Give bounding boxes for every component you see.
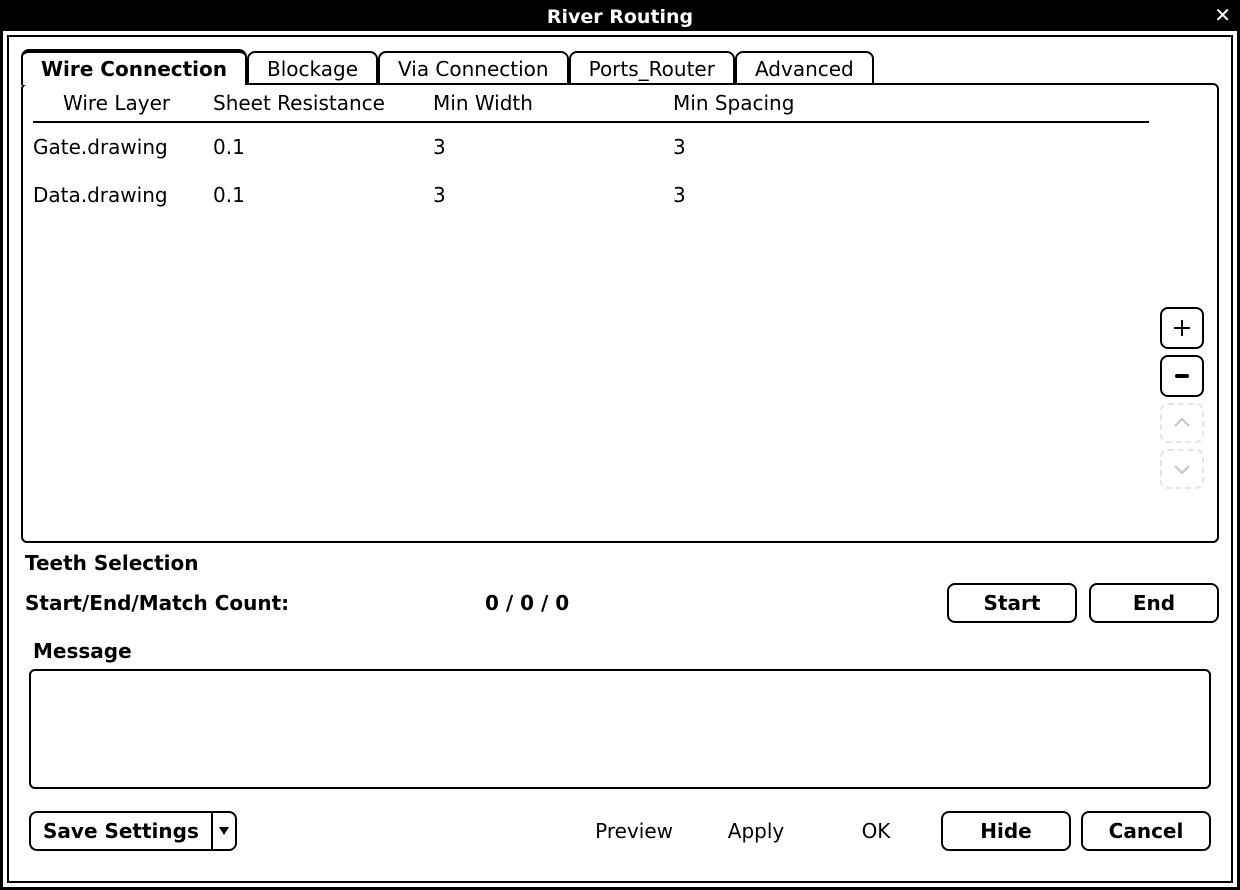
tab-ports-router[interactable]: Ports_Router — [569, 51, 735, 85]
hide-button[interactable]: Hide — [941, 811, 1071, 851]
cell-min-spacing: 3 — [673, 183, 873, 207]
tab-label: Blockage — [267, 57, 358, 81]
chevron-down-icon — [1173, 462, 1191, 476]
cell-min-spacing: 3 — [673, 135, 873, 159]
col-min-spacing: Min Spacing — [673, 91, 873, 115]
count-row: Start/End/Match Count: 0 / 0 / 0 Start E… — [25, 583, 1219, 623]
count-value: 0 / 0 / 0 — [485, 591, 947, 615]
save-settings-dropdown[interactable] — [211, 811, 237, 851]
save-settings-split-button: Save Settings — [29, 811, 237, 851]
cell-wire-layer: Data.drawing — [33, 183, 213, 207]
tab-blockage[interactable]: Blockage — [247, 51, 378, 85]
tab-label: Wire Connection — [41, 57, 227, 81]
cell-sheet-resistance: 0.1 — [213, 135, 433, 159]
tab-via-connection[interactable]: Via Connection — [378, 51, 569, 85]
start-button[interactable]: Start — [947, 583, 1077, 623]
chevron-up-icon — [1173, 416, 1191, 430]
col-sheet-resistance: Sheet Resistance — [213, 91, 433, 115]
teeth-selection-label: Teeth Selection — [25, 551, 1219, 575]
add-row-button[interactable] — [1160, 307, 1204, 349]
ok-button[interactable]: OK — [821, 813, 931, 849]
cell-sheet-resistance: 0.1 — [213, 183, 433, 207]
count-label: Start/End/Match Count: — [25, 591, 485, 615]
tab-label: Via Connection — [398, 57, 549, 81]
tab-wire-connection[interactable]: Wire Connection — [21, 49, 247, 85]
row-action-buttons — [1157, 91, 1207, 535]
tab-label: Advanced — [755, 57, 854, 81]
triangle-down-icon — [218, 826, 230, 836]
preview-button[interactable]: Preview — [577, 813, 691, 849]
tabs: Wire Connection Blockage Via Connection … — [21, 49, 1219, 85]
cell-min-width: 3 — [433, 135, 673, 159]
dialog-window: River Routing ✕ Wire Connection Blockage… — [0, 0, 1240, 890]
table-row[interactable]: Gate.drawing 0.1 3 3 — [33, 123, 1149, 171]
cancel-button[interactable]: Cancel — [1081, 811, 1211, 851]
bottom-row: Save Settings Preview Apply OK Hide Canc… — [21, 811, 1219, 851]
save-settings-button[interactable]: Save Settings — [29, 811, 211, 851]
close-icon[interactable]: ✕ — [1214, 5, 1231, 25]
col-wire-layer: Wire Layer — [33, 91, 213, 115]
plus-icon — [1172, 318, 1192, 338]
tab-label: Ports_Router — [589, 57, 715, 81]
col-min-width: Min Width — [433, 91, 673, 115]
table-header: Wire Layer Sheet Resistance Min Width Mi… — [33, 91, 1149, 123]
cell-min-width: 3 — [433, 183, 673, 207]
remove-row-button[interactable] — [1160, 355, 1204, 397]
table-row[interactable]: Data.drawing 0.1 3 3 — [33, 171, 1149, 219]
tab-advanced[interactable]: Advanced — [735, 51, 874, 85]
message-box[interactable] — [29, 669, 1211, 789]
minus-icon — [1172, 366, 1192, 386]
titlebar: River Routing ✕ — [3, 3, 1237, 31]
window-title: River Routing — [547, 6, 693, 28]
message-label: Message — [33, 639, 1219, 663]
cell-wire-layer: Gate.drawing — [33, 135, 213, 159]
apply-button[interactable]: Apply — [701, 813, 811, 849]
dialog-content: Wire Connection Blockage Via Connection … — [7, 35, 1233, 883]
tab-panel: Wire Layer Sheet Resistance Min Width Mi… — [21, 83, 1219, 543]
move-down-button[interactable] — [1160, 449, 1204, 489]
move-up-button[interactable] — [1160, 403, 1204, 443]
wire-layer-table: Wire Layer Sheet Resistance Min Width Mi… — [33, 91, 1157, 535]
start-end-buttons: Start End — [947, 583, 1219, 623]
end-button[interactable]: End — [1089, 583, 1219, 623]
